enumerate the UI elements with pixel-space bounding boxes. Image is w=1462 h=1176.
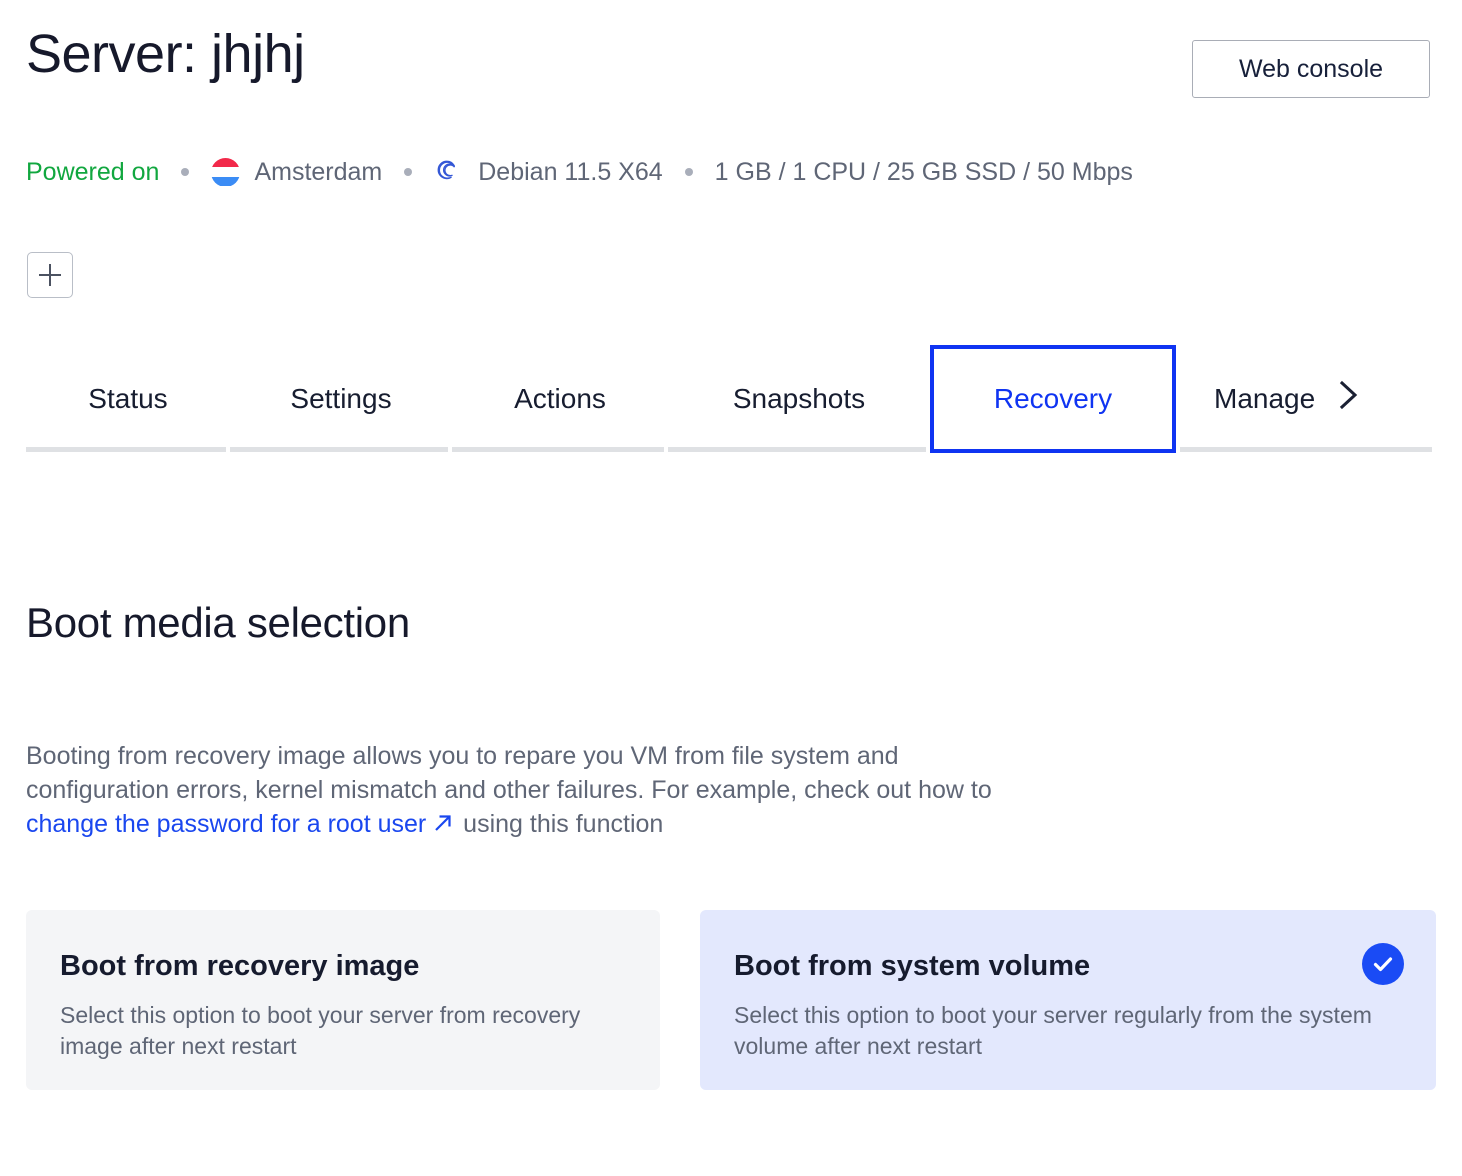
option-card-boot-from-system-volume[interactable]: Boot from system volume Select this opti… <box>700 910 1436 1090</box>
power-state-label: Powered on <box>26 158 160 186</box>
tab-manage-label: Manage <box>1214 382 1316 414</box>
boot-media-options: Boot from recovery image Select this opt… <box>26 910 1436 1090</box>
option-card-boot-from-recovery-image[interactable]: Boot from recovery image Select this opt… <box>26 910 660 1090</box>
tab-manage[interactable]: Manage <box>1180 345 1436 452</box>
change-root-password-link[interactable]: change the password for a root user <box>26 810 426 838</box>
web-console-button[interactable]: Web console <box>1192 40 1430 98</box>
meta-separator-dot <box>404 168 413 176</box>
plus-icon <box>28 253 72 297</box>
region-item: Amsterdam <box>211 155 382 189</box>
tab-recovery[interactable]: Recovery <box>930 345 1176 453</box>
option-description: Select this option to boot your server f… <box>60 1002 581 1059</box>
chevron-right-icon <box>1337 377 1361 420</box>
server-meta-row: Powered on Amsterdam Debian 11.5 X64 1 G… <box>26 155 1133 189</box>
description-text-part-2: using this function <box>456 810 664 838</box>
tab-status[interactable]: Status <box>26 345 230 452</box>
option-title: Boot from system volume <box>734 950 1091 982</box>
option-description: Select this option to boot your server r… <box>734 1002 1372 1059</box>
specs-label: 1 GB / 1 CPU / 25 GB SSD / 50 Mbps <box>714 158 1133 186</box>
check-circle-icon <box>1362 943 1404 985</box>
add-button[interactable] <box>27 252 73 298</box>
option-title: Boot from recovery image <box>60 950 420 982</box>
section-title: Boot media selection <box>26 599 410 646</box>
meta-separator-dot <box>181 168 190 176</box>
tab-bar: Status Settings Actions Snapshots Recove… <box>26 345 1436 455</box>
tab-snapshots[interactable]: Snapshots <box>668 345 930 452</box>
meta-separator-dot <box>684 168 693 176</box>
tab-actions[interactable]: Actions <box>452 345 668 452</box>
debian-icon <box>434 157 464 187</box>
os-label: Debian 11.5 X64 <box>478 158 663 186</box>
region-label: Amsterdam <box>254 158 383 186</box>
external-link-arrow-icon <box>432 809 454 843</box>
netherlands-flag-icon <box>211 157 241 187</box>
os-item: Debian 11.5 X64 <box>434 155 663 189</box>
page-header: Server: jhjhj Web console <box>26 22 1436 142</box>
section-description: Booting from recovery image allows you t… <box>26 739 1006 843</box>
description-text-part-1: Booting from recovery image allows you t… <box>26 742 992 804</box>
tab-settings[interactable]: Settings <box>230 345 452 452</box>
